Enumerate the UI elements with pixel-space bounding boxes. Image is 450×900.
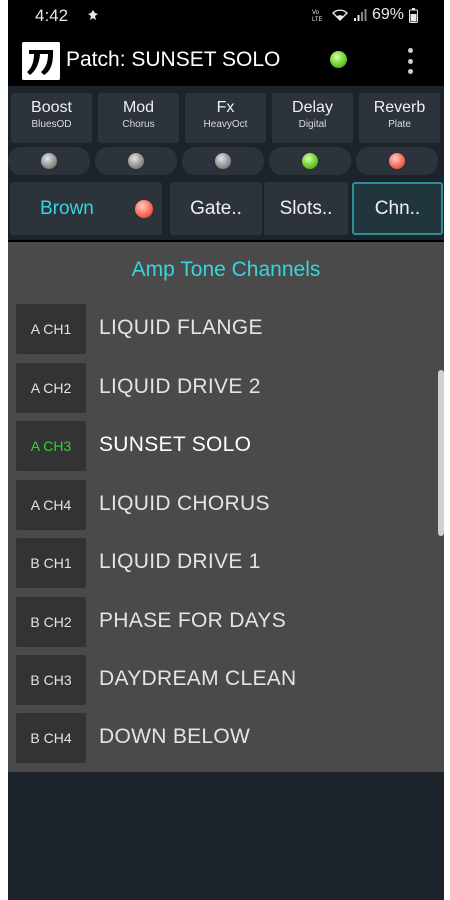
channel-name: LIQUID CHORUS bbox=[99, 492, 270, 515]
more-vert-icon[interactable] bbox=[402, 46, 418, 76]
channels-button[interactable]: Chn.. bbox=[352, 182, 443, 235]
battery-percent: 69% bbox=[371, 6, 404, 23]
channel-name: DAYDREAM CLEAN bbox=[99, 667, 297, 690]
channel-row[interactable]: B CH1 LIQUID DRIVE 1 bbox=[16, 538, 416, 588]
wifi-icon bbox=[331, 9, 348, 21]
fx-name: Fx bbox=[216, 99, 235, 116]
channel-name: DOWN BELOW bbox=[99, 725, 251, 748]
led-indicator-off bbox=[41, 153, 57, 169]
fx-type: Digital bbox=[298, 119, 327, 130]
channel-label: A CH1 bbox=[16, 304, 86, 354]
channel-row[interactable]: B CH4 DOWN BELOW bbox=[16, 713, 416, 763]
channel-name: LIQUID DRIVE 1 bbox=[99, 550, 261, 573]
volte-icon: Vo LTE bbox=[312, 10, 323, 23]
channel-name: LIQUID DRIVE 2 bbox=[99, 375, 261, 398]
fx-name: Reverb bbox=[373, 99, 426, 116]
amp-label: Brown bbox=[40, 197, 94, 219]
channel-row[interactable]: A CH4 LIQUID CHORUS bbox=[16, 480, 416, 530]
fx-toggle-reverb[interactable] bbox=[356, 147, 438, 175]
channel-name: PHASE FOR DAYS bbox=[99, 609, 287, 632]
channel-name: SUNSET SOLO bbox=[99, 433, 252, 456]
fx-toggle-delay[interactable] bbox=[269, 147, 351, 175]
section-title: Amp Tone Channels bbox=[131, 258, 321, 281]
fx-type: Chorus bbox=[122, 119, 155, 130]
channel-row[interactable]: A CH2 LIQUID DRIVE 2 bbox=[16, 363, 416, 413]
amp-button-brown[interactable]: Brown bbox=[10, 182, 162, 235]
channel-label: A CH4 bbox=[16, 480, 86, 530]
fx-type: BluesOD bbox=[31, 119, 72, 130]
scrollbar[interactable] bbox=[438, 370, 444, 536]
slots-label: Slots.. bbox=[279, 197, 333, 219]
fx-toggle-fx[interactable] bbox=[182, 147, 264, 175]
patch-status-led bbox=[330, 51, 347, 68]
channel-label: B CH4 bbox=[16, 713, 86, 763]
fx-button-reverb[interactable]: Reverb Plate bbox=[359, 93, 440, 143]
svg-text:LTE: LTE bbox=[312, 17, 323, 23]
led-indicator-on-red bbox=[389, 153, 405, 169]
channel-label: B CH1 bbox=[16, 538, 86, 588]
patch-title: Patch: SUNSET SOLO bbox=[66, 48, 281, 71]
signal-icon bbox=[353, 9, 367, 21]
fx-type: HeavyOct bbox=[203, 119, 248, 130]
channel-label: A CH3 bbox=[16, 421, 86, 471]
fx-button-mod[interactable]: Mod Chorus bbox=[98, 93, 179, 143]
status-bar: 4:42 Vo LTE 69% bbox=[8, 0, 444, 34]
channel-label: A CH2 bbox=[16, 363, 86, 413]
fx-name: Delay bbox=[292, 99, 333, 116]
fx-button-boost[interactable]: Boost BluesOD bbox=[11, 93, 92, 143]
fx-name: Boost bbox=[31, 99, 72, 116]
status-time: 4:42 bbox=[35, 6, 69, 25]
notification-icon bbox=[88, 10, 98, 20]
gate-label: Gate.. bbox=[190, 197, 242, 219]
app-logo[interactable] bbox=[22, 42, 60, 80]
fx-toggle-mod[interactable] bbox=[95, 147, 177, 175]
svg-text:Vo: Vo bbox=[312, 10, 320, 16]
channel-label: B CH3 bbox=[16, 655, 86, 705]
gate-button[interactable]: Gate.. bbox=[170, 182, 262, 235]
channel-row-selected[interactable]: A CH3 SUNSET SOLO bbox=[16, 421, 416, 471]
amp-led-indicator bbox=[135, 200, 153, 218]
led-indicator-off bbox=[128, 153, 144, 169]
phone-screen: 4:42 Vo LTE 69% Patch: SUNSET SOLO Boost… bbox=[8, 0, 444, 900]
fx-toggle-boost[interactable] bbox=[8, 147, 90, 175]
fx-button-delay[interactable]: Delay Digital bbox=[272, 93, 353, 143]
channel-row[interactable]: A CH1 LIQUID FLANGE bbox=[16, 304, 416, 354]
channel-row[interactable]: B CH3 DAYDREAM CLEAN bbox=[16, 655, 416, 705]
channel-list-panel: Amp Tone Channels A CH1 LIQUID FLANGE A … bbox=[8, 242, 444, 772]
fx-button-fx[interactable]: Fx HeavyOct bbox=[185, 93, 266, 143]
led-indicator-on-green bbox=[302, 153, 318, 169]
effects-panel: Boost BluesOD Mod Chorus Fx HeavyOct Del… bbox=[8, 86, 444, 240]
led-indicator-off bbox=[215, 153, 231, 169]
battery-icon bbox=[409, 7, 418, 23]
slots-button[interactable]: Slots.. bbox=[264, 182, 348, 235]
fx-type: Plate bbox=[388, 119, 411, 130]
fx-name: Mod bbox=[122, 99, 155, 116]
channel-label: B CH2 bbox=[16, 597, 86, 647]
app-bar: Patch: SUNSET SOLO bbox=[8, 34, 444, 86]
channel-name: LIQUID FLANGE bbox=[99, 316, 263, 339]
empty-bottom-area bbox=[8, 772, 444, 900]
status-icons: Vo LTE 69% bbox=[311, 6, 418, 24]
channel-row[interactable]: B CH2 PHASE FOR DAYS bbox=[16, 597, 416, 647]
channels-label: Chn.. bbox=[374, 197, 421, 219]
